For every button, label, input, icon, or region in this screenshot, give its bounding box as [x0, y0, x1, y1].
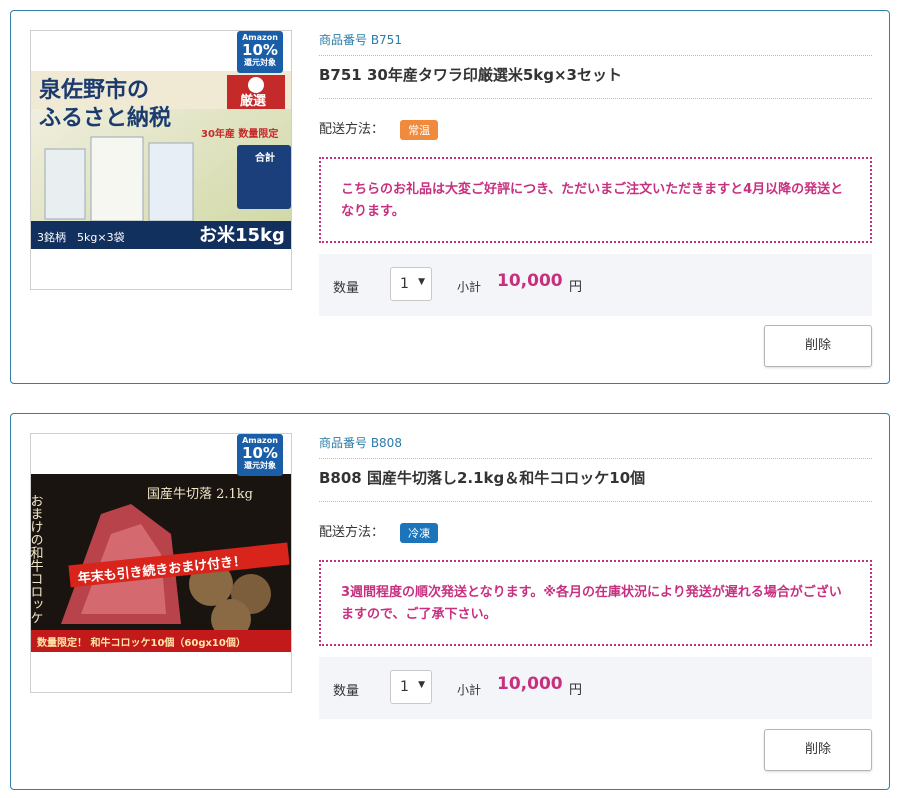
image-headline-1: 泉佐野市の	[39, 77, 149, 103]
image-okome: お米15kg	[199, 224, 285, 246]
product-number: 商品番号 B808	[319, 434, 872, 459]
product-image[interactable]: 国産牛切落 2.1kg 年末も引き続きおまけ付き！ 数量限定！ 和牛コロッケ10…	[30, 433, 292, 693]
chevron-down-icon: ▼	[418, 277, 425, 287]
product-name[interactable]: B751 30年産タワラ印厳選米5kg×3セット	[319, 64, 872, 99]
badge-line3: 還元対象	[244, 461, 276, 470]
beef-product-photo: 国産牛切落 2.1kg 年末も引き続きおまけ付き！ 数量限定！ 和牛コロッケ10…	[31, 474, 291, 652]
amazon-return-badge: Amazon 10% 還元対象	[237, 434, 283, 476]
amazon-return-badge: Amazon 10% 還元対象	[237, 31, 283, 73]
quantity-select[interactable]: 1 ▼	[390, 670, 432, 704]
quantity-box: 数量 1 ▼ 小計 10,000 円	[319, 657, 872, 719]
image-seal: 厳選	[240, 93, 266, 109]
image-vertical: おまけの和牛コロッケ	[31, 494, 43, 624]
delete-button[interactable]: 削除	[764, 729, 872, 771]
subtotal-label: 小計	[457, 280, 482, 294]
yen-unit: 円	[569, 683, 583, 698]
shipping-label: 配送方法：	[319, 525, 385, 540]
quantity-value: 1	[400, 679, 409, 695]
quantity-label: 数量	[333, 684, 360, 699]
subtotal-label: 小計	[457, 683, 482, 697]
shipping-method: 配送方法： 常温	[319, 118, 439, 140]
chevron-down-icon: ▼	[418, 680, 425, 690]
subtotal-price: 10,000	[497, 674, 563, 694]
shipping-tag-frozen: 冷凍	[400, 522, 439, 543]
quantity-value: 1	[400, 276, 409, 292]
image-total: 合計	[254, 151, 275, 164]
quantity-box: 数量 1 ▼ 小計 10,000 円	[319, 254, 872, 316]
image-headline-2: ふるさと納税	[39, 105, 171, 131]
yen-unit: 円	[569, 280, 583, 295]
image-limited: 30年産 数量限定	[201, 127, 278, 140]
image-footer: 数量限定！ 和牛コロッケ10個（60gx10個）	[37, 636, 246, 649]
product-name[interactable]: B808 国産牛切落し2.1kg＆和牛コロッケ10個	[319, 467, 872, 502]
cart-item-card: 国産牛切落 2.1kg 年末も引き続きおまけ付き！ 数量限定！ 和牛コロッケ10…	[10, 413, 890, 790]
badge-line3: 還元対象	[244, 58, 276, 67]
image-brands: 3銘柄 5kg×3袋	[37, 230, 125, 244]
shipping-tag-room-temp: 常温	[400, 119, 439, 140]
product-number: 商品番号 B751	[319, 31, 872, 56]
shipping-method: 配送方法： 冷凍	[319, 521, 439, 543]
quantity-select[interactable]: 1 ▼	[390, 267, 432, 301]
shipping-label: 配送方法：	[319, 122, 385, 137]
badge-line2: 10%	[242, 444, 278, 462]
badge-line2: 10%	[242, 41, 278, 59]
delete-button[interactable]: 削除	[764, 325, 872, 367]
subtotal-price: 10,000	[497, 271, 563, 291]
image-headline: 国産牛切落 2.1kg	[147, 486, 253, 502]
product-image[interactable]: 泉佐野市の ふるさと納税 厳選 30年産 数量限定 合計 お米15kg 3銘柄 …	[30, 30, 292, 290]
delivery-notice: 3週間程度の順次発送となります。※各月の在庫状況により発送が遅れる場合がございま…	[319, 560, 872, 646]
quantity-label: 数量	[333, 281, 360, 296]
rice-product-photo: 泉佐野市の ふるさと納税 厳選 30年産 数量限定 合計 お米15kg 3銘柄 …	[31, 71, 291, 249]
delivery-notice: こちらのお礼品は大変ご好評につき、ただいまご注文いただきますと4月以降の発送とな…	[319, 157, 872, 243]
cart-item-card: 泉佐野市の ふるさと納税 厳選 30年産 数量限定 合計 お米15kg 3銘柄 …	[10, 10, 890, 384]
